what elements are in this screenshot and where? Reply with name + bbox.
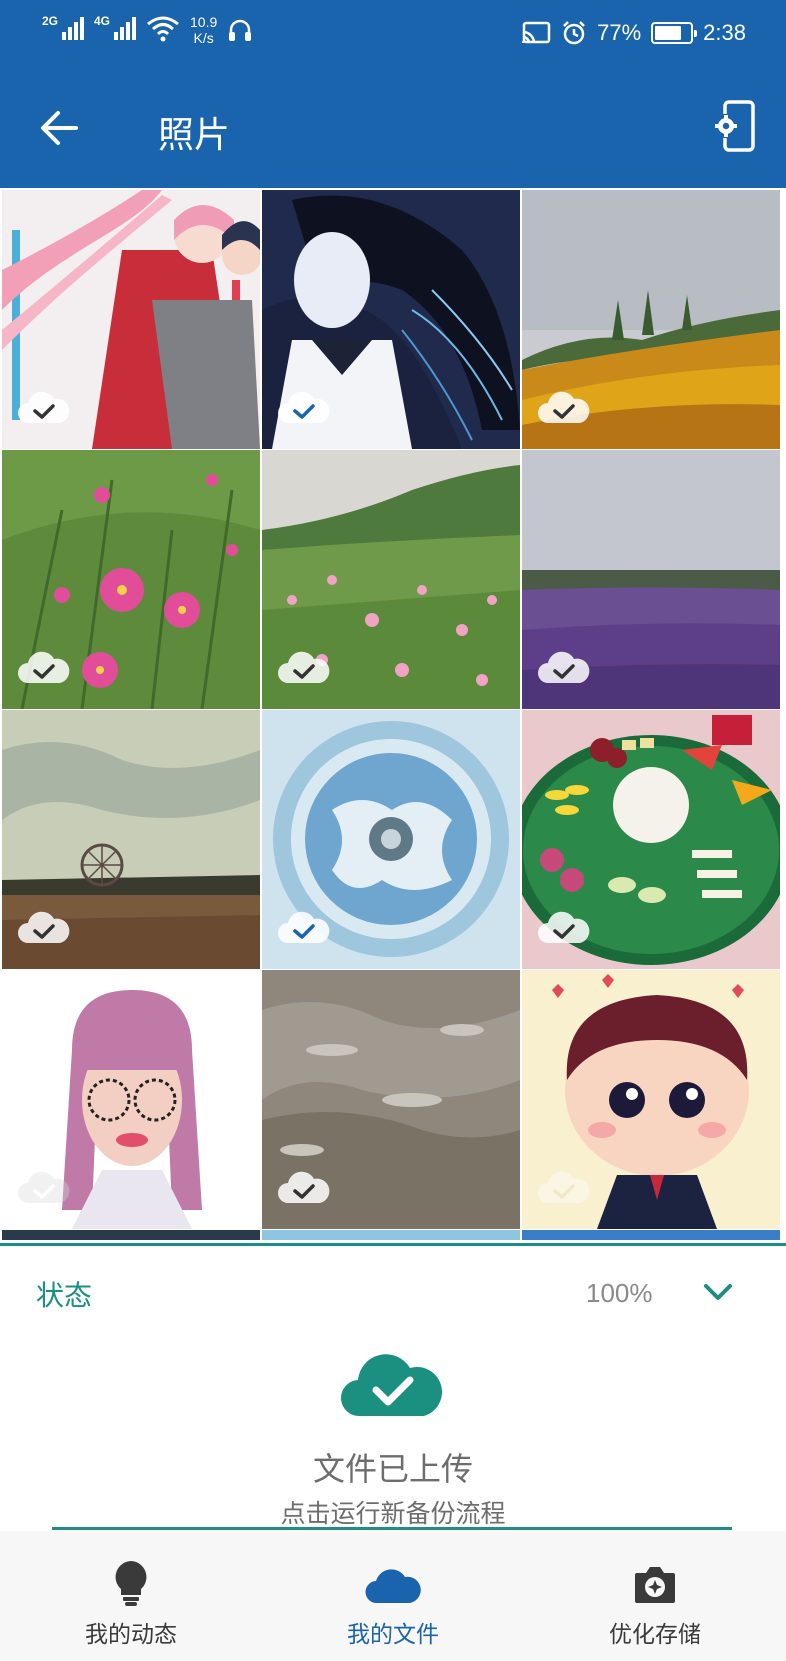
- nav-item-my-files[interactable]: 我的文件: [262, 1531, 524, 1661]
- synced-cloud-icon: [18, 391, 70, 423]
- backup-progress-bar: [52, 1527, 732, 1530]
- alarm-icon: [563, 21, 586, 45]
- photo-tile[interactable]: [2, 1230, 260, 1240]
- cloud-icon: [365, 1569, 421, 1604]
- speed-unit: K/s: [193, 30, 214, 46]
- photo-tile[interactable]: [262, 710, 520, 969]
- photo-tile[interactable]: [522, 190, 780, 449]
- photo-tile[interactable]: [522, 1230, 780, 1240]
- headset-icon: [229, 19, 252, 41]
- upload-status-message: 文件已上传: [312, 1450, 473, 1488]
- synced-cloud-icon: [18, 651, 70, 683]
- synced-cloud-icon: [278, 1171, 330, 1203]
- camera-icon: [635, 1567, 675, 1603]
- photo-grid: [0, 188, 786, 1240]
- battery-icon: [651, 22, 698, 44]
- photo-tile[interactable]: [522, 450, 780, 709]
- synced-cloud-icon: [278, 911, 330, 943]
- cloud-check-icon[interactable]: [338, 1346, 446, 1420]
- synced-cloud-icon: [278, 651, 330, 683]
- signal-icon: 2G: [42, 14, 84, 40]
- synced-cloud-icon: [18, 911, 70, 943]
- photo-tile[interactable]: [2, 190, 260, 449]
- synced-cloud-icon: [538, 1171, 590, 1203]
- synced-cloud-icon: [278, 391, 330, 423]
- chevron-down-icon[interactable]: [700, 1278, 736, 1306]
- nav-label: 我的动态: [85, 1622, 177, 1648]
- synced-cloud-icon: [18, 1171, 70, 1203]
- nav-item-my-activity[interactable]: 我的动态: [0, 1531, 262, 1661]
- synced-cloud-icon: [538, 651, 590, 683]
- nav-label: 我的文件: [347, 1622, 439, 1648]
- nav-label: 优化存储: [609, 1622, 701, 1648]
- status-percent: 100%: [586, 1278, 653, 1308]
- photo-tile[interactable]: [262, 450, 520, 709]
- app-bar: 照片: [0, 66, 786, 188]
- clock: 2:38: [703, 20, 746, 45]
- nav-item-optimize-storage[interactable]: 优化存储: [524, 1531, 786, 1661]
- lightbulb-icon: [115, 1561, 147, 1606]
- run-backup-hint[interactable]: 点击运行新备份流程: [0, 1494, 786, 1530]
- signal-4g-label: 4G: [94, 14, 111, 28]
- speed-value: 10.9: [190, 14, 218, 30]
- photo-tile[interactable]: [2, 450, 260, 709]
- battery-percent: 77%: [597, 20, 642, 45]
- photo-tile[interactable]: [2, 710, 260, 969]
- cast-icon: [521, 21, 551, 44]
- backup-status-panel[interactable]: 状态 100% 文件已上传 点击运行新备份流程: [0, 1243, 786, 1531]
- photo-tile[interactable]: [262, 970, 520, 1229]
- photo-tile[interactable]: [2, 970, 260, 1229]
- photo-tile[interactable]: [262, 1230, 520, 1240]
- synced-cloud-icon: [538, 391, 590, 423]
- bottom-navigation: 我的动态 我的文件 优化存储: [0, 1531, 786, 1661]
- wifi-icon: [147, 16, 179, 42]
- signal-icon: 4G: [94, 14, 136, 40]
- synced-cloud-icon: [538, 911, 590, 943]
- status-label: 状态: [36, 1279, 93, 1312]
- back-arrow-icon[interactable]: [38, 108, 80, 148]
- status-bar: 2G 4G 10.9 K/s 77% 2:38: [0, 0, 786, 66]
- device-settings-icon[interactable]: [712, 100, 756, 154]
- photo-tile[interactable]: [262, 190, 520, 449]
- photo-tile[interactable]: [522, 710, 780, 969]
- network-speed: 10.9 K/s: [190, 14, 217, 46]
- signal-2g-label: 2G: [42, 14, 59, 28]
- photo-tile[interactable]: [522, 970, 780, 1229]
- page-title: 照片: [158, 115, 231, 156]
